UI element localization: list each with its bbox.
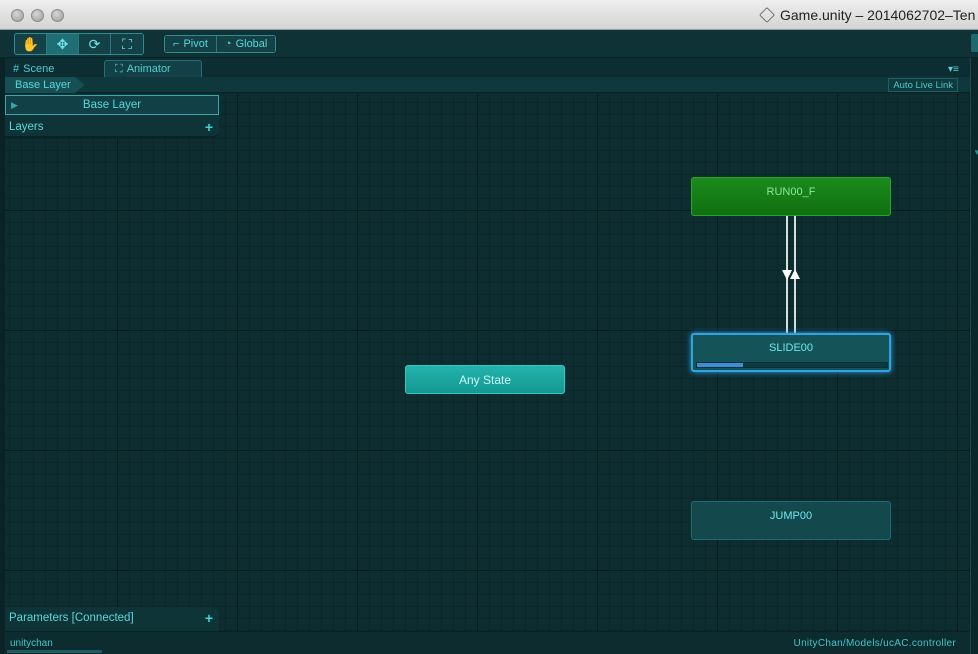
layer-item-base-layer[interactable]: ▶ Base Layer: [5, 95, 219, 115]
parameters-panel: Parameters [Connected] +: [5, 607, 219, 631]
move-tool-button[interactable]: ✥: [47, 34, 79, 54]
state-slide00-label: SLIDE00: [768, 342, 814, 354]
state-slide00[interactable]: SLIDE00: [691, 333, 891, 372]
pivot-button[interactable]: ⌐ Pivot: [165, 36, 217, 52]
hand-icon: ✋: [21, 35, 40, 52]
tab-scene-label: Scene: [23, 62, 55, 75]
state-progress-bar: [696, 362, 888, 368]
status-bar: unitychan UnityChan/Models/ucAC.controll…: [5, 631, 970, 654]
grid-icon: #: [13, 62, 20, 75]
right-dock-strip: ▼: [970, 58, 978, 654]
parameters-title: Parameters [Connected]: [9, 612, 134, 624]
state-run00-f[interactable]: RUN00_F: [691, 177, 891, 216]
window-title-group: Game.unity – 2014062702–Ten: [759, 7, 976, 23]
tab-animator-label: Animator: [126, 63, 171, 75]
rotate-icon: ⟳: [88, 35, 101, 52]
move-icon: ✥: [56, 35, 69, 52]
layers-title: Layers: [9, 121, 44, 133]
tab-animator[interactable]: ⛶ Animator: [104, 60, 202, 77]
state-jump00[interactable]: JUMP00: [691, 501, 891, 540]
rotate-tool-button[interactable]: ⟳: [79, 34, 111, 54]
window-title-bar: Game.unity – 2014062702–Ten: [0, 0, 978, 30]
toolbar: ✋ ✥ ⟳ ⛶ ⌐ Pivot ◔ Global: [0, 30, 978, 58]
unity-document-icon: [759, 7, 775, 23]
window-title: Game.unity – 2014062702–Ten: [780, 7, 976, 23]
add-layer-button[interactable]: +: [205, 119, 213, 135]
tab-menu-icon[interactable]: ▾≡: [948, 64, 959, 75]
zoom-window-button[interactable]: [51, 9, 64, 22]
global-icon: ◔: [224, 38, 232, 50]
status-scrollbar[interactable]: [7, 650, 102, 653]
pivot-icon: ⌐: [173, 38, 180, 50]
scale-icon: ⛶: [122, 35, 132, 52]
hand-tool-button[interactable]: ✋: [15, 34, 47, 54]
layers-panel: ▶ Base Layer Layers +: [5, 94, 219, 138]
add-parameter-button[interactable]: +: [205, 610, 213, 626]
global-label: Global: [235, 38, 268, 50]
status-object-name: unitychan: [10, 638, 53, 649]
close-window-button[interactable]: [11, 9, 24, 22]
pivot-mode-group: ⌐ Pivot ◔ Global: [164, 35, 277, 53]
transform-tools: ✋ ✥ ⟳ ⛶: [14, 33, 144, 55]
tab-scene[interactable]: # Scene: [3, 60, 98, 77]
state-any-state[interactable]: Any State: [405, 365, 565, 394]
state-run00-f-label: RUN00_F: [766, 186, 816, 198]
scale-tool-button[interactable]: ⛶: [111, 34, 143, 54]
play-controls-edge[interactable]: [971, 34, 978, 52]
editor-tab-bar: # Scene ⛶ Animator ▾≡: [0, 58, 970, 77]
breadcrumb-base-layer[interactable]: Base Layer: [5, 77, 85, 93]
status-controller-path: UnityChan/Models/ucAC.controller: [793, 638, 956, 649]
minimize-window-button[interactable]: [31, 9, 44, 22]
layer-item-label: Base Layer: [82, 99, 142, 111]
animator-icon: ⛶: [115, 62, 123, 75]
auto-live-link-button[interactable]: Auto Live Link: [888, 78, 958, 92]
state-progress-fill: [697, 363, 743, 367]
global-button[interactable]: ◔ Global: [216, 36, 276, 52]
dock-arrow-icon: ▼: [973, 148, 978, 157]
breadcrumb-bar: Base Layer Auto Live Link: [5, 77, 970, 93]
pivot-label: Pivot: [183, 38, 208, 50]
state-any-state-label: Any State: [458, 373, 512, 387]
state-jump00-label: JUMP00: [769, 510, 813, 522]
